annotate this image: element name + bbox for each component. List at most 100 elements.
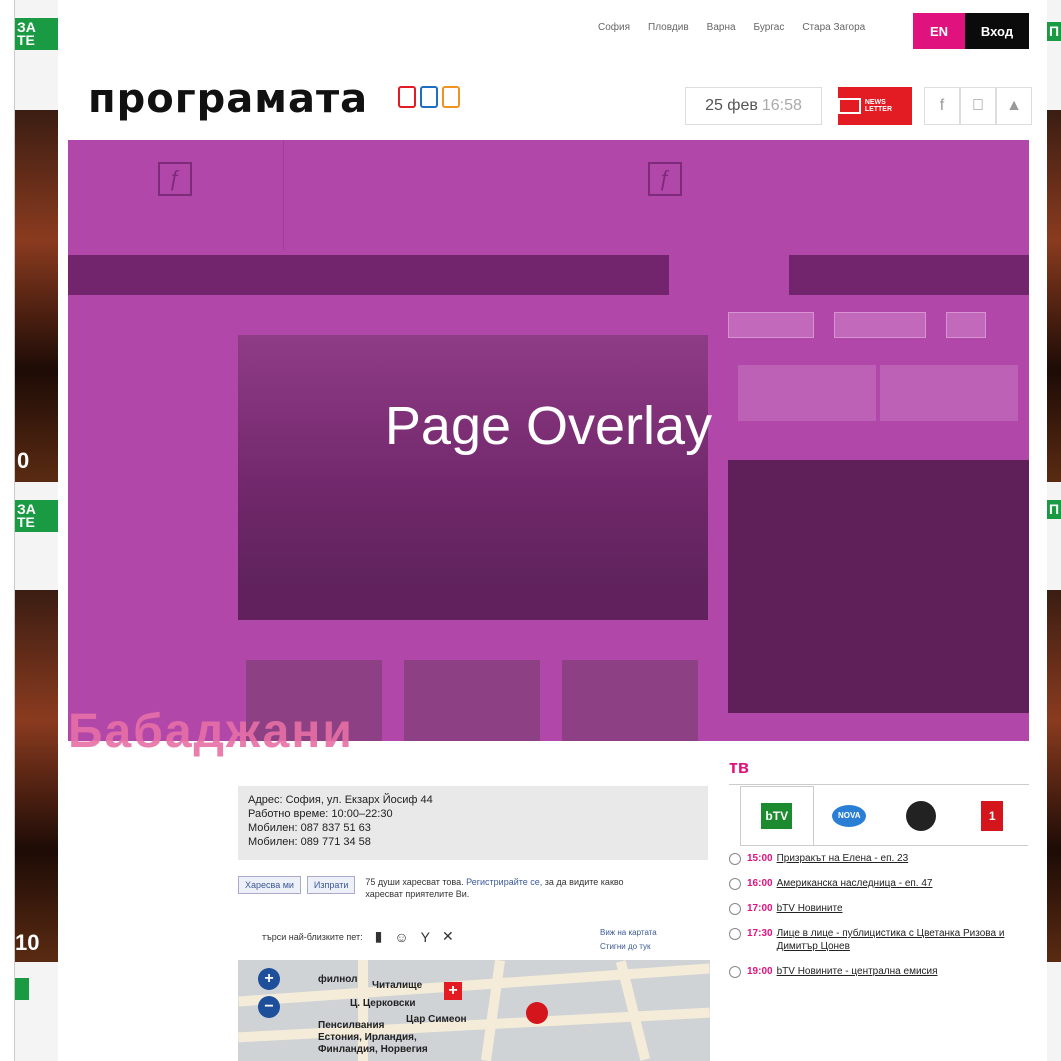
nav-tab[interactable]	[68, 255, 188, 295]
time-text: 16:58	[761, 97, 802, 114]
map-label: Цар Симеон	[406, 1014, 467, 1025]
address-line: Адрес: София, ул. Екзарх Йосиф 44	[248, 794, 433, 806]
map-label: филнол	[318, 974, 358, 985]
schedule-program[interactable]: bTV Новините - централна емисия	[777, 965, 1017, 978]
search-field[interactable]	[728, 312, 814, 338]
phone-line: Мобилен: 087 837 51 63	[248, 822, 371, 834]
thumbnail[interactable]	[404, 660, 540, 741]
view-map-link[interactable]: Виж на картата	[600, 926, 657, 940]
newsletter-label: NEWS LETTER	[864, 99, 893, 113]
send-button[interactable]: Изпрати	[306, 876, 356, 894]
nav-tab-active[interactable]	[668, 255, 789, 295]
ad-image	[15, 110, 58, 482]
flash-plugin-icon: ƒ	[648, 162, 682, 196]
tv-section-title: тв	[729, 757, 749, 777]
city-link[interactable]: Пловдив	[648, 22, 689, 33]
time-field[interactable]	[834, 312, 926, 338]
nav-tab[interactable]	[549, 255, 669, 295]
site-logo[interactable]: програмата	[88, 76, 368, 122]
zoom-out-button[interactable]: −	[258, 996, 280, 1018]
divider	[729, 784, 1029, 785]
schedule-program[interactable]: Призракът на Елена - еп. 23	[777, 852, 1017, 865]
overlay-label: Page Overlay	[384, 396, 713, 456]
no-entry-icon	[526, 1002, 548, 1024]
ad-number: 10	[15, 930, 40, 955]
schedule-program[interactable]: Американска наследница - еп. 47	[777, 877, 1017, 890]
hours-line: Работно време: 10:00–22:30	[248, 808, 393, 820]
featured-photo	[238, 335, 708, 583]
bar-icon[interactable]: Y	[421, 929, 430, 945]
thumbnail[interactable]	[562, 660, 698, 741]
city-link[interactable]: Бургас	[754, 22, 785, 33]
mobile-icon	[398, 86, 416, 108]
register-link[interactable]: Регистрирайте се,	[466, 877, 542, 887]
ad-image	[15, 590, 58, 962]
channel-tab-third[interactable]	[885, 786, 957, 845]
nav-tab[interactable]	[188, 255, 308, 295]
apple-icon[interactable]: 	[960, 87, 996, 125]
ad-image	[1047, 110, 1061, 482]
search-icon[interactable]	[946, 312, 986, 338]
restaurant-icon[interactable]: ✕	[442, 928, 454, 945]
ad-tag: П	[1047, 500, 1061, 519]
divider	[283, 140, 284, 250]
city-nav: София Пловдив Варна Бургас Стара Загора	[598, 22, 865, 33]
map-street	[238, 963, 710, 1007]
featured-image[interactable]	[238, 335, 708, 620]
schedule-row: 19:00 bTV Новините - централна емисия	[729, 965, 1017, 978]
city-link[interactable]: Варна	[707, 22, 736, 33]
channel-tab-bnt[interactable]: 1	[957, 786, 1029, 845]
ad-image	[1047, 590, 1061, 962]
nav-tab[interactable]	[428, 255, 548, 295]
cinema-icon[interactable]: ▮	[375, 928, 383, 945]
clock-icon	[729, 878, 741, 890]
clock-icon	[729, 966, 741, 978]
clock-icon	[729, 928, 741, 940]
logo-device-icons	[398, 86, 460, 108]
schedule-program[interactable]: Лице в лице - публицистика с Цветанка Ри…	[777, 927, 1017, 953]
ad-tag	[15, 978, 29, 1000]
channel-tab-nova[interactable]: NOVA	[814, 786, 886, 845]
venue-map[interactable]: + − филнол Читалище Ц. Церковски Цар Сим…	[238, 960, 710, 1061]
language-button[interactable]: EN	[913, 13, 965, 49]
date-text: 25 фев	[705, 97, 758, 114]
tv-schedule: 15:00 Призракът на Елена - еп. 23 16:00 …	[729, 852, 1017, 990]
nova-logo: NOVA	[832, 804, 867, 827]
facebook-text: 75 души харесват това. Регистрирайте се,…	[365, 876, 625, 900]
bnt-logo: 1	[981, 800, 1004, 831]
schedule-program[interactable]: bTV Новините	[777, 902, 1017, 915]
btv-logo: bTV	[761, 803, 793, 829]
schedule-row: 17:30 Лице в лице - публицистика с Цвета…	[729, 927, 1017, 953]
right-ad-strip[interactable]: П П	[1047, 0, 1061, 1061]
theatre-icon[interactable]: ☺	[394, 929, 408, 945]
like-button[interactable]: Харесва ми	[238, 876, 301, 894]
city-link[interactable]: Стара Загора	[802, 22, 865, 33]
main-nav	[68, 255, 1029, 295]
venue-address-box: Адрес: София, ул. Екзарх Йосиф 44 Работн…	[238, 786, 708, 860]
channel-tab-btv[interactable]: bTV	[740, 786, 814, 845]
login-button[interactable]: Вход	[965, 13, 1029, 49]
ad-number: 0	[17, 448, 30, 473]
newsletter-button[interactable]: NEWS LETTER	[838, 87, 912, 125]
zoom-in-button[interactable]: +	[258, 968, 280, 990]
map-street	[481, 960, 505, 1061]
facebook-icon[interactable]: f	[924, 87, 960, 125]
ad-tag: ЗА ТЕ	[15, 18, 58, 50]
schedule-time: 16:00	[747, 878, 773, 889]
promo-banner[interactable]	[728, 460, 1029, 713]
schedule-time: 17:30	[747, 928, 773, 939]
nearby-label: търси най-близките пет:	[262, 931, 363, 942]
phone-icon	[442, 86, 460, 108]
city-link[interactable]: София	[598, 22, 630, 33]
android-icon[interactable]: ▲	[996, 87, 1032, 125]
page-overlay[interactable]: ƒ ƒ Page Overlay	[68, 140, 1029, 741]
likes-count-text: 75 души харесват това.	[365, 877, 464, 887]
schedule-row: 16:00 Американска наследница - еп. 47	[729, 877, 1017, 890]
directions-link[interactable]: Стигни до тук	[600, 940, 657, 954]
left-ad-strip[interactable]: ЗА ТЕ 0 ЗА ТЕ 10	[14, 0, 58, 1061]
schedule-row: 15:00 Призракът на Елена - еп. 23	[729, 852, 1017, 865]
nav-tab[interactable]	[789, 255, 909, 295]
nav-tab[interactable]	[909, 255, 1029, 295]
schedule-time: 19:00	[747, 966, 773, 977]
nav-tab[interactable]	[308, 255, 428, 295]
